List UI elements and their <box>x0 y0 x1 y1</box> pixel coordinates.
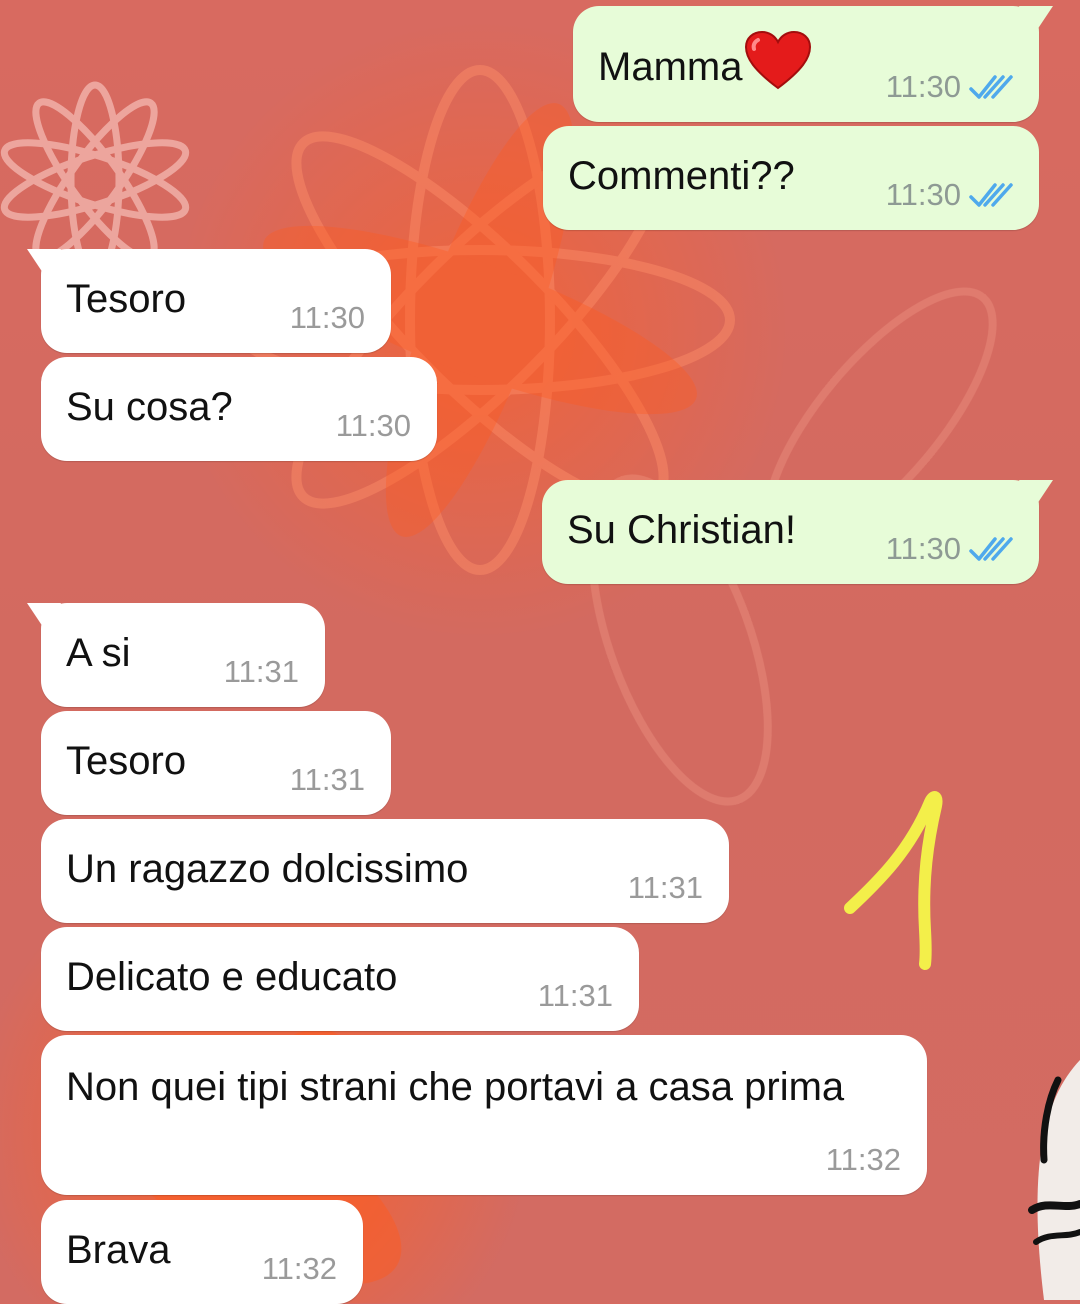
bubble-tail-icon <box>27 249 61 279</box>
message-meta: 11:30 <box>886 71 1013 102</box>
message-text: Brava <box>66 1228 171 1272</box>
message-text: Mamma <box>598 30 812 93</box>
message-bubble-incoming[interactable]: Delicato e educato 11:31 <box>41 927 639 1031</box>
message-bubble-outgoing[interactable]: Mamma 11:30 <box>573 6 1053 122</box>
message-text: Tesoro <box>66 277 187 321</box>
message-text: Delicato e educato <box>66 955 398 999</box>
message-meta: 11:30 <box>290 302 365 333</box>
message-bubble-outgoing[interactable]: Su Christian! 11:30 <box>542 480 1053 584</box>
handwritten-number-one-icon <box>844 791 943 970</box>
message-time: 11:31 <box>537 978 613 1013</box>
message-time: 11:30 <box>885 177 961 212</box>
message-meta: 11:31 <box>628 872 703 903</box>
message-text: Tesoro <box>66 739 187 783</box>
double-check-read-icon <box>969 74 1013 99</box>
bubble-tail-icon <box>1019 480 1053 510</box>
message-text: Su cosa? <box>66 385 233 429</box>
double-check-read-icon <box>969 182 1013 207</box>
message-text: Un ragazzo dolcissimo <box>66 847 469 891</box>
message-meta: 11:31 <box>538 980 613 1011</box>
message-time: 11:30 <box>289 300 365 335</box>
message-meta: 11:32 <box>262 1253 337 1284</box>
message-text: Su Christian! <box>567 508 796 552</box>
message-time: 11:31 <box>289 762 365 797</box>
message-bubble-outgoing[interactable]: Commenti?? 11:30 <box>543 126 1039 230</box>
message-meta: 11:30 <box>336 410 411 441</box>
message-text: Non quei tipi strani che portavi a casa … <box>66 1065 845 1109</box>
sticker-partial-icon <box>1028 1060 1080 1300</box>
message-text: A si <box>66 631 131 675</box>
message-meta: 11:31 <box>290 764 365 795</box>
bubble-tail-icon <box>1019 6 1053 36</box>
message-bubble-incoming[interactable]: Non quei tipi strani che portavi a casa … <box>41 1035 927 1195</box>
bubble-tail-icon <box>27 603 61 633</box>
message-time: 11:30 <box>885 69 961 104</box>
message-time: 11:30 <box>335 408 411 443</box>
message-text: Commenti?? <box>568 154 795 198</box>
message-meta: 11:30 <box>886 179 1013 210</box>
message-bubble-incoming[interactable]: Un ragazzo dolcissimo 11:31 <box>41 819 729 923</box>
message-bubble-incoming[interactable]: Su cosa? 11:30 <box>41 357 437 461</box>
message-time: 11:31 <box>627 870 703 905</box>
message-bubble-incoming[interactable]: A si 11:31 <box>27 603 325 707</box>
message-time: 11:32 <box>825 1142 901 1177</box>
message-meta: 11:31 <box>224 656 299 687</box>
message-bubble-incoming[interactable]: Tesoro 11:30 <box>27 249 391 353</box>
message-time: 11:31 <box>223 654 299 689</box>
red-heart-emoji-icon <box>745 30 812 90</box>
double-check-read-icon <box>969 536 1013 561</box>
message-meta: 11:32 <box>826 1144 901 1175</box>
message-meta: 11:30 <box>886 533 1013 564</box>
message-time: 11:32 <box>261 1251 337 1286</box>
message-bubble-incoming[interactable]: Tesoro 11:31 <box>41 711 391 815</box>
message-time: 11:30 <box>885 531 961 566</box>
message-bubble-incoming[interactable]: Brava 11:32 <box>41 1200 363 1304</box>
